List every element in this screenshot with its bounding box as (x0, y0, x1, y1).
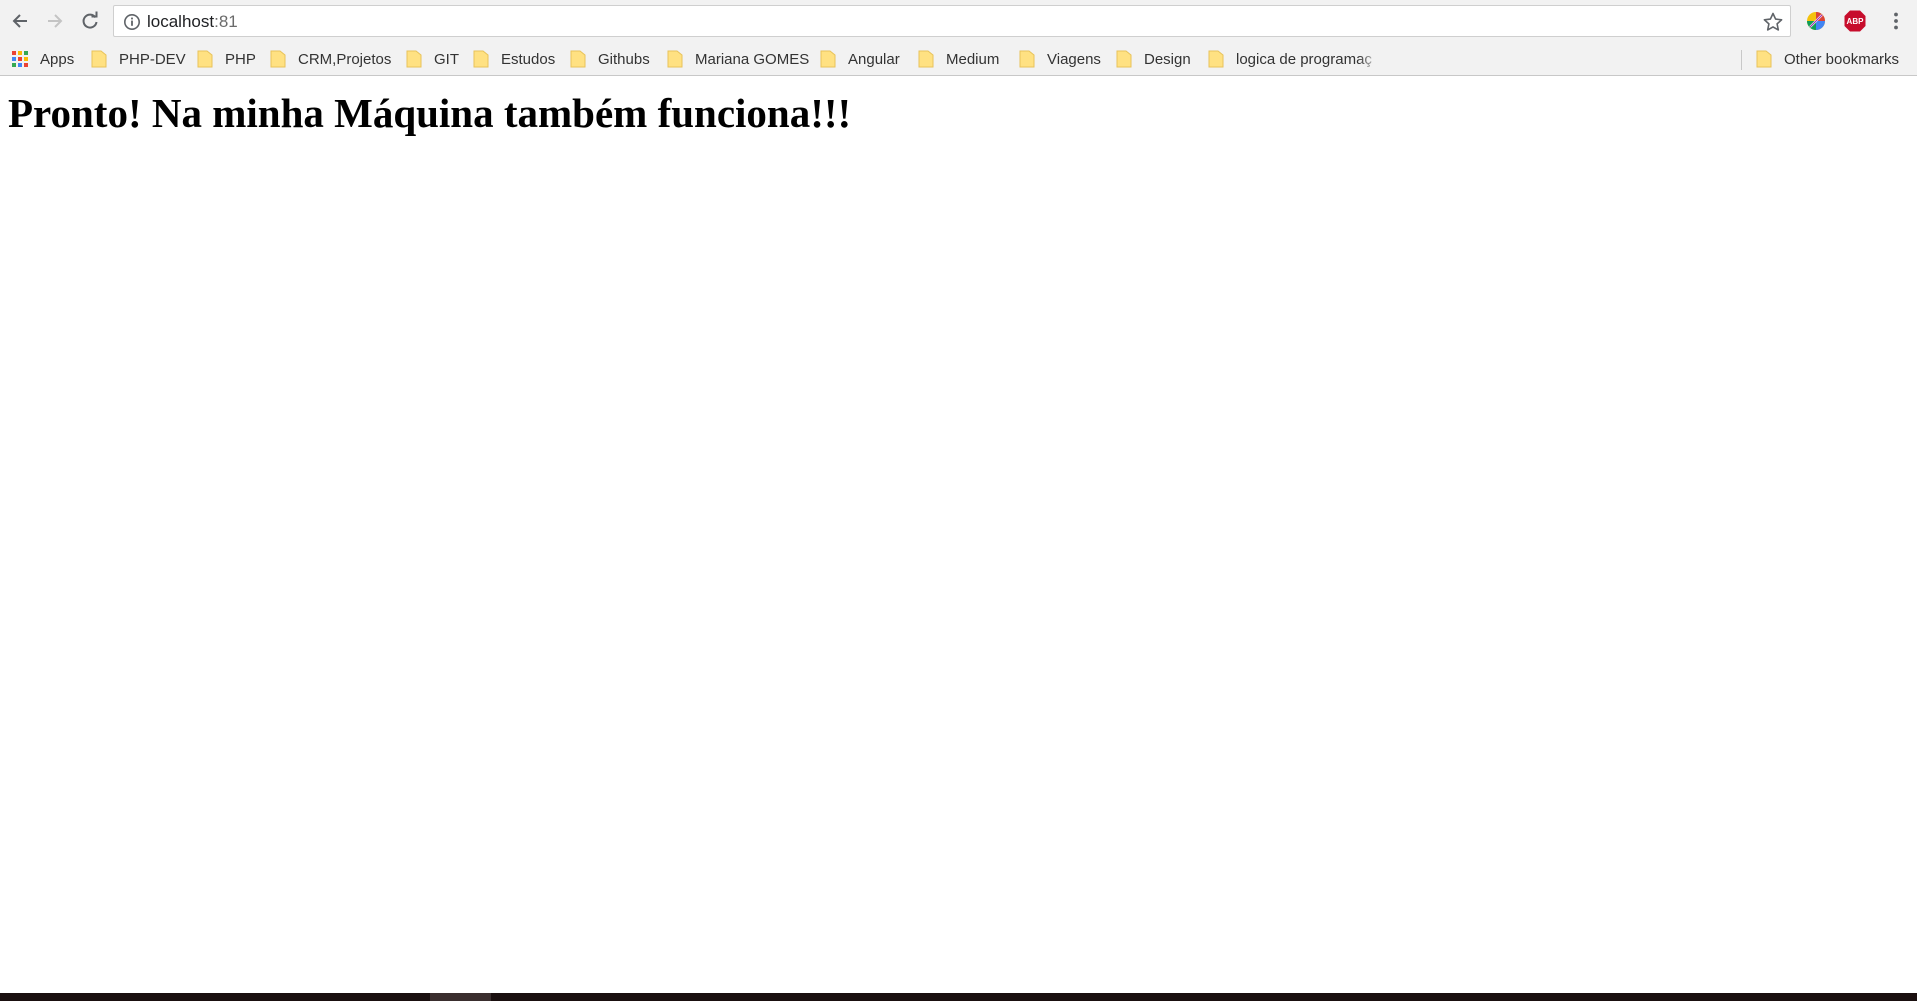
kebab-menu-icon[interactable] (1884, 9, 1908, 33)
url-host: localhost (147, 12, 215, 31)
bookmark-folder-medium[interactable]: Medium (918, 43, 999, 75)
folder-icon (270, 50, 286, 68)
taskbar-active-segment[interactable] (430, 993, 491, 1001)
bookmark-folder-estudos[interactable]: Estudos (473, 43, 555, 75)
bookmarks-bar: Apps PHP-DEV PHP CRM,Projetos GIT Estudo… (0, 43, 1917, 76)
folder-icon (406, 50, 422, 68)
bookmark-label: logica de programaç (1236, 50, 1372, 68)
star-icon[interactable] (1762, 11, 1784, 33)
bookmark-label: CRM,Projetos (298, 50, 392, 68)
folder-icon (820, 50, 836, 68)
url-port: :81 (214, 12, 238, 31)
bookmark-apps[interactable]: Apps (12, 43, 74, 75)
bookmark-folder-viagens[interactable]: Viagens (1019, 43, 1101, 75)
reload-icon (82, 11, 98, 29)
bookmark-label: PHP-DEV (119, 50, 186, 68)
page-viewport: Pronto! Na minha Máquina também funciona… (0, 77, 1917, 993)
bookmark-label: GIT (434, 50, 459, 68)
bookmark-label: Medium (946, 50, 1000, 68)
folder-icon (197, 50, 213, 68)
bookmark-label: Design (1144, 50, 1191, 68)
arrow-right-icon (48, 14, 63, 28)
rainbow-extension-icon[interactable] (1804, 9, 1828, 33)
folder-icon (1208, 50, 1224, 68)
folder-icon (1756, 50, 1772, 68)
bookmark-folder-crm-projetos[interactable]: CRM,Projetos (270, 43, 391, 75)
bookmark-folder-mariana-gomes[interactable]: Mariana GOMES (667, 43, 809, 75)
back-button[interactable] (6, 7, 34, 35)
folder-icon (570, 50, 586, 68)
bookmarks-divider (1741, 50, 1742, 70)
bookmark-folder-logica-de-programacao[interactable]: logica de programaç (1208, 43, 1380, 75)
folder-icon (1019, 50, 1035, 68)
bookmark-folder-angular[interactable]: Angular (820, 43, 900, 75)
forward-button[interactable] (41, 7, 69, 35)
bookmark-other-bookmarks[interactable]: Other bookmarks (1756, 43, 1899, 75)
bookmark-label: Estudos (501, 50, 556, 68)
url-text[interactable]: localhost:81 (147, 12, 238, 32)
folder-icon (667, 50, 683, 68)
apps-grid-icon (12, 51, 28, 67)
folder-icon (918, 50, 934, 68)
bookmark-label: Apps (40, 50, 75, 68)
browser-toolbar: localhost:81 ABP (0, 0, 1917, 43)
folder-icon (473, 50, 489, 68)
bookmark-label: Githubs (598, 50, 650, 68)
reload-button[interactable] (76, 7, 104, 35)
bookmark-label: Other bookmarks (1784, 50, 1900, 68)
arrow-left-icon (12, 14, 27, 28)
info-icon[interactable] (123, 13, 141, 31)
bookmark-label: Angular (848, 50, 900, 68)
bookmark-label: Viagens (1047, 50, 1101, 68)
adblock-plus-icon[interactable]: ABP (1843, 9, 1867, 33)
bookmark-folder-php[interactable]: PHP (197, 43, 256, 75)
page-heading: Pronto! Na minha Máquina também funciona… (8, 90, 852, 136)
bookmark-folder-design[interactable]: Design (1116, 43, 1191, 75)
bookmark-folder-php-dev[interactable]: PHP-DEV (91, 43, 186, 75)
bookmark-folder-githubs[interactable]: Githubs (570, 43, 650, 75)
address-bar[interactable]: localhost:81 (113, 5, 1791, 37)
folder-icon (1116, 50, 1132, 68)
bookmark-label: PHP (225, 50, 256, 68)
taskbar-strip (0, 993, 1917, 1001)
folder-icon (91, 50, 107, 68)
bookmark-folder-git[interactable]: GIT (406, 43, 459, 75)
bookmark-label: Mariana GOMES (695, 50, 810, 68)
svg-text:ABP: ABP (1847, 17, 1865, 26)
